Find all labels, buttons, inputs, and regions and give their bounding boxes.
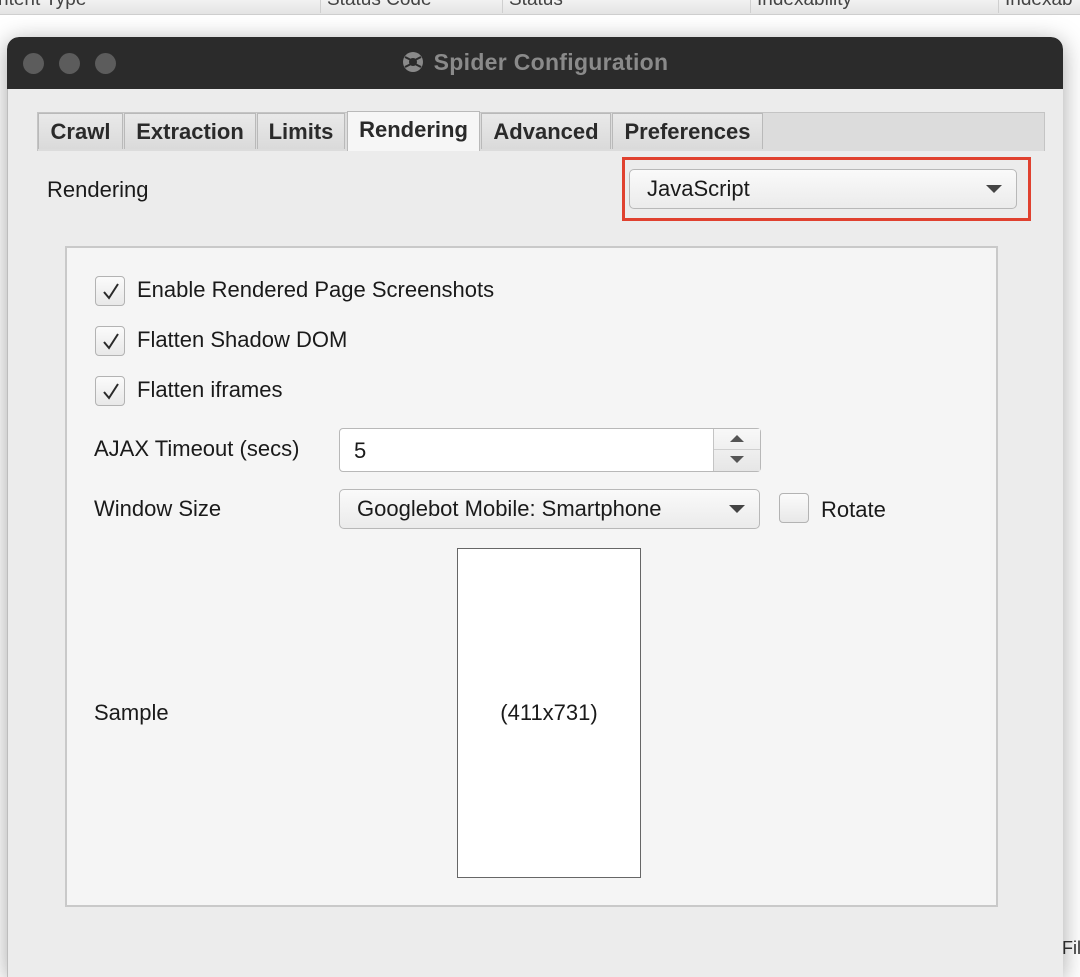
title-bar[interactable]: Spider Configuration bbox=[7, 37, 1063, 89]
sample-dimensions: (411x731) bbox=[500, 700, 598, 725]
dialog-content: Crawl Extraction Limits Rendering Advanc… bbox=[7, 89, 1063, 977]
rotate-label[interactable]: Rotate bbox=[821, 497, 886, 523]
checkmark-icon bbox=[103, 333, 119, 350]
tab-bar: Crawl Extraction Limits Rendering Advanc… bbox=[37, 111, 1045, 151]
screenshots-label: Enable Rendered Page Screenshots bbox=[137, 277, 495, 302]
tab-rendering[interactable]: Rendering bbox=[347, 111, 480, 151]
rendering-mode-select[interactable]: JavaScript bbox=[629, 169, 1017, 209]
bg-col-content-type: ntent Type bbox=[0, 0, 86, 13]
tab-advanced[interactable]: Advanced bbox=[481, 113, 611, 149]
spider-icon bbox=[402, 52, 423, 72]
iframes-checkbox[interactable] bbox=[95, 376, 125, 406]
background-edge-text: Fil bbox=[1062, 938, 1080, 958]
tab-limits[interactable]: Limits bbox=[257, 113, 345, 149]
bg-col-status-code: Status Code bbox=[320, 0, 432, 13]
rotate-checkbox[interactable] bbox=[779, 493, 809, 523]
screenshots-checkbox[interactable] bbox=[95, 276, 125, 306]
tab-preferences[interactable]: Preferences bbox=[612, 113, 763, 149]
stepper-up-button[interactable] bbox=[714, 429, 760, 450]
window-title: Spider Configuration bbox=[433, 49, 669, 75]
tab-extraction[interactable]: Extraction bbox=[124, 113, 256, 149]
ajax-timeout-value: 5 bbox=[354, 438, 367, 463]
ajax-timeout-stepper[interactable]: 5 bbox=[339, 428, 761, 472]
sample-label: Sample bbox=[94, 700, 169, 725]
iframes-label: Flatten iframes bbox=[137, 377, 283, 402]
spider-configuration-window: Spider Configuration Crawl Extraction Li… bbox=[7, 37, 1063, 977]
window-size-value: Googlebot Mobile: Smartphone bbox=[357, 496, 662, 521]
window-size-label: Window Size bbox=[94, 496, 222, 521]
sample-preview: (411x731) bbox=[457, 548, 641, 878]
bg-col-indexability: Indexability bbox=[750, 0, 852, 13]
stepper-buttons bbox=[713, 429, 760, 471]
checkmark-icon bbox=[103, 283, 119, 300]
tab-crawl[interactable]: Crawl bbox=[38, 113, 123, 149]
rendering-label: Rendering bbox=[47, 177, 149, 202]
window-title-wrap: Spider Configuration bbox=[7, 49, 1063, 76]
chevron-down-icon bbox=[729, 505, 745, 513]
ajax-timeout-label: AJAX Timeout (secs) bbox=[94, 436, 300, 461]
stepper-down-button[interactable] bbox=[714, 450, 760, 471]
rendering-options-panel: Enable Rendered Page Screenshots Flatten… bbox=[65, 246, 998, 907]
window-size-select[interactable]: Googlebot Mobile: Smartphone bbox=[339, 489, 760, 529]
checkmark-icon bbox=[103, 383, 119, 400]
background-table-header: ntent Type Status Code Status Indexabili… bbox=[0, 0, 1080, 15]
rendering-mode-value: JavaScript bbox=[647, 176, 750, 201]
chevron-down-icon bbox=[986, 185, 1002, 193]
shadow-dom-checkbox[interactable] bbox=[95, 326, 125, 356]
shadow-dom-label: Flatten Shadow DOM bbox=[137, 327, 348, 352]
bg-col-status: Status bbox=[502, 0, 563, 13]
bg-col-indexability-status: Indexab bbox=[998, 0, 1073, 13]
